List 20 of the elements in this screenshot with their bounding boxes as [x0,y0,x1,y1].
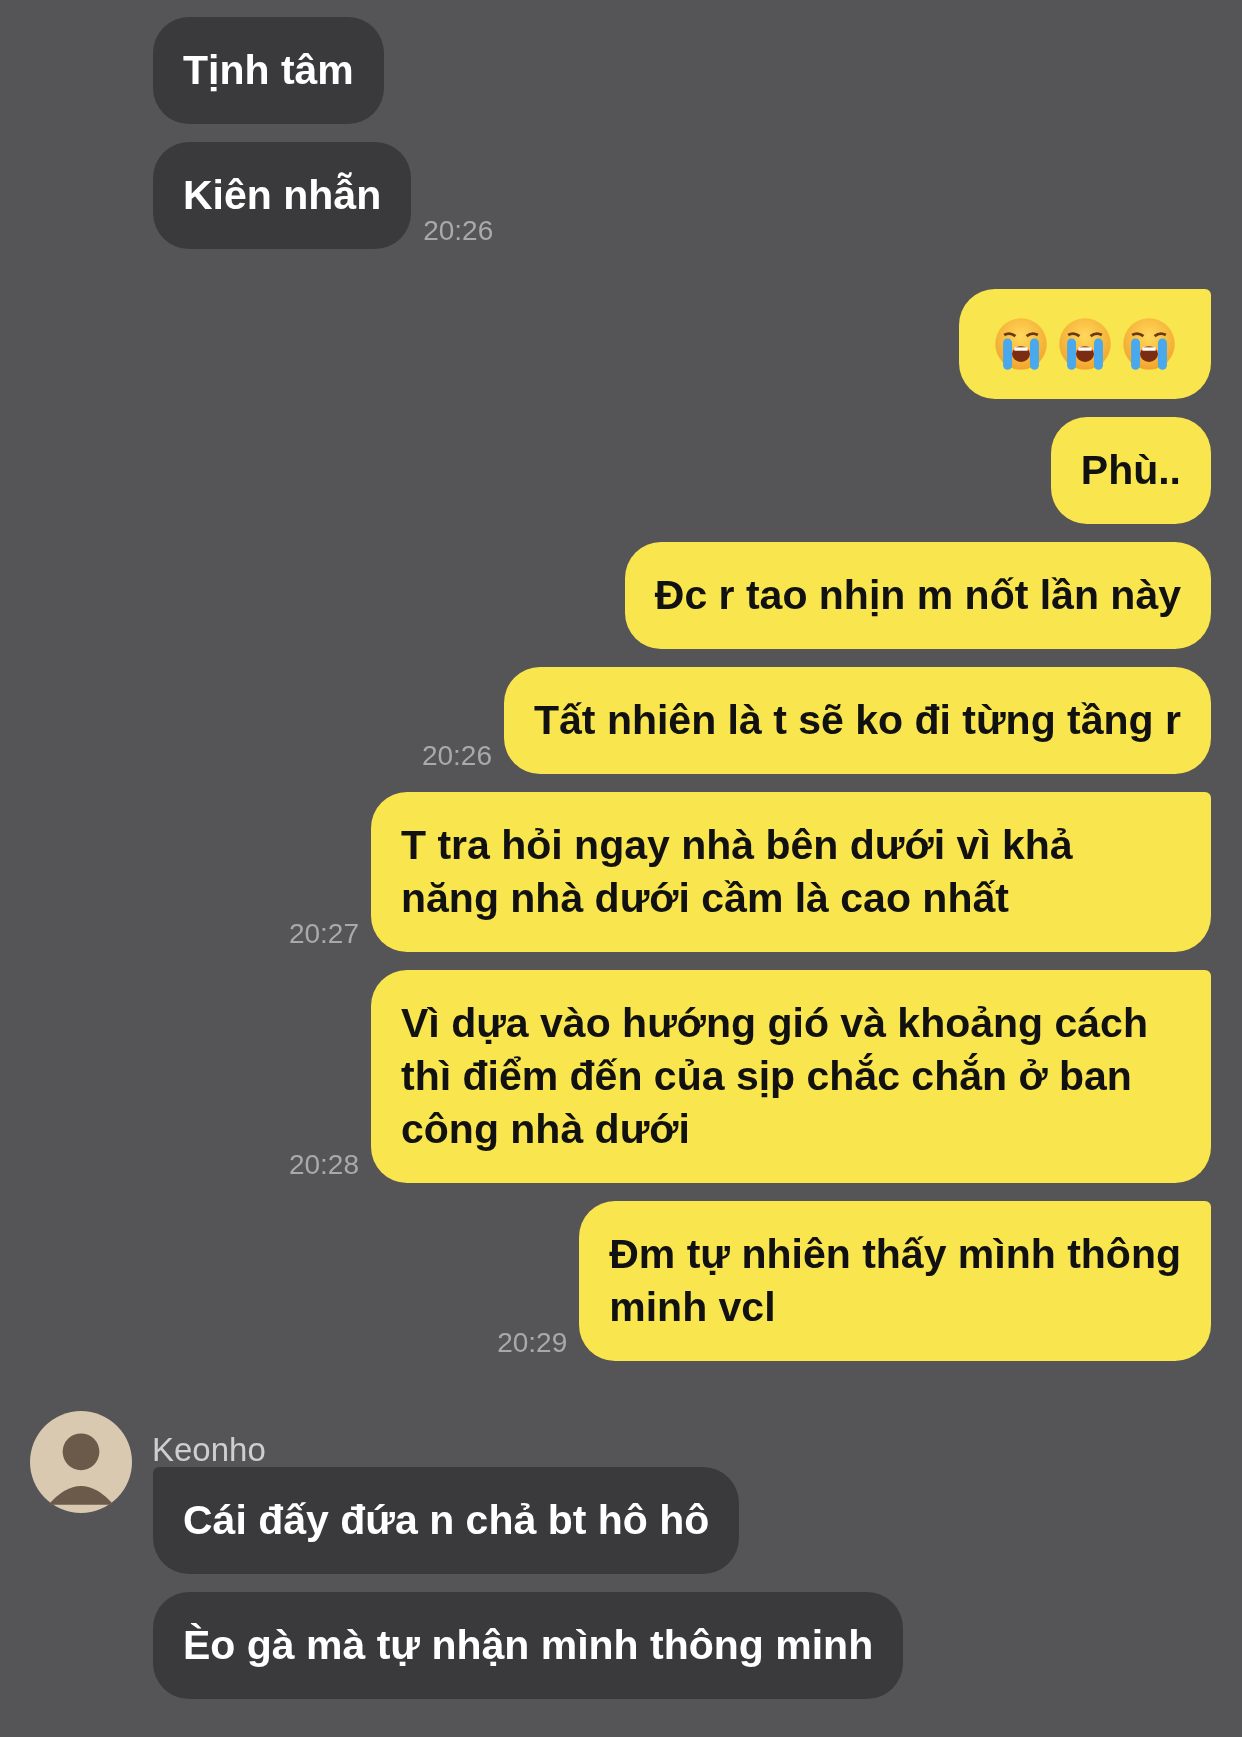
message-text: Đc r tao nhịn m nốt lần này [654,572,1181,618]
message-text: Đm tự nhiên thấy mình thông minh vcl [609,1231,1181,1330]
message-text: Èo gà mà tự nhận mình thông minh [183,1622,874,1668]
message-text: Cái đấy đứa n chả bt hô hô [183,1497,710,1543]
message-text: Kiên nhẫn [183,172,382,218]
message-text: Phù.. [1080,447,1181,493]
message-text: T tra hỏi ngay nhà bên dưới vì khả năng nhà dưới cầm là cao nhất [401,822,1073,921]
message-text: Tất nhiên là t sẽ ko đi từng tầng r [534,697,1181,743]
message-time: 20:29 [497,1327,568,1360]
message-time: 20:27 [288,918,359,951]
crying-face-icon [1121,316,1177,372]
message-time: 20:28 [288,1149,359,1182]
sender-name: Keonho [152,1430,266,1469]
message-time: 20:26 [423,215,494,248]
message-text: Vì dựa vào hướng gió và khoảng cách thì điểm đến của sịp chắc chắn ở ban công nhà dưới [401,1000,1148,1152]
message-time: 20:26 [421,740,492,773]
crying-face-icon [1057,316,1113,372]
crying-face-icon [993,316,1049,372]
message-text: Tịnh tâm [183,47,354,93]
avatar[interactable] [30,1411,132,1513]
